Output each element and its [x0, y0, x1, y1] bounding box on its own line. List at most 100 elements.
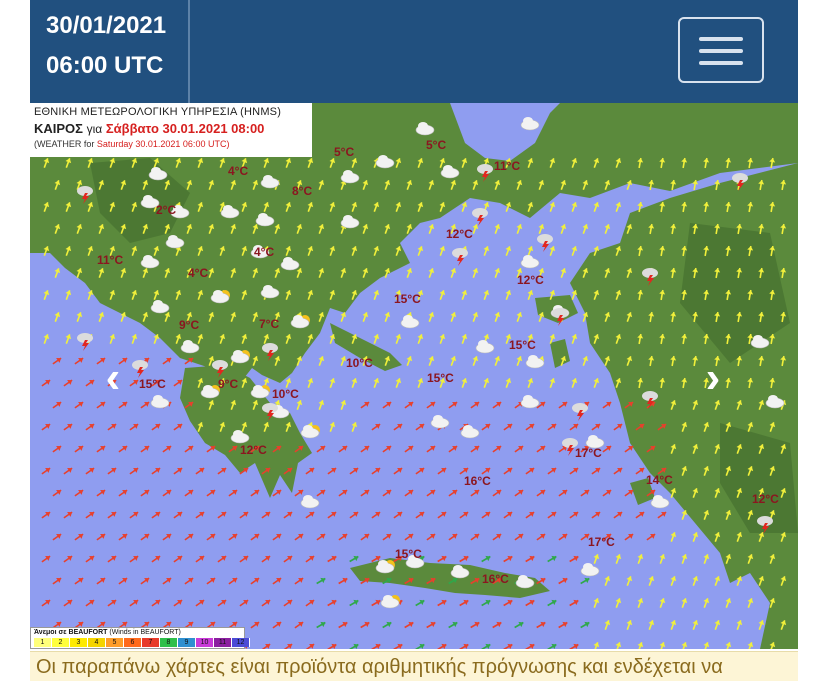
forecast-date: 30/01/2021: [46, 12, 167, 39]
wind-arrow: [459, 555, 469, 563]
wind-arrow: [536, 445, 546, 453]
wind-arrow: [349, 599, 359, 607]
beaufort-swatch: 7: [142, 638, 160, 647]
wind-arrow: [593, 378, 600, 388]
wind-arrow: [648, 576, 655, 586]
wind-arrow: [63, 599, 73, 607]
beaufort-legend: Άνεμοι σε BEAUFORT (Winds in BEAUFORT) 1…: [30, 627, 250, 649]
wind-arrow: [318, 400, 325, 410]
wind-arrow: [591, 511, 601, 519]
thunderstorm-icon: [572, 403, 588, 421]
wind-arrow: [404, 445, 414, 453]
sun-cloud-icon: [300, 425, 320, 439]
map-title-weather: ΚΑΙΡΟΣ για Σάββατο 30.01.2021 08:00: [34, 121, 308, 136]
wind-arrow: [107, 511, 117, 519]
wind-arrow: [461, 290, 468, 300]
wind-arrow: [503, 423, 513, 431]
wind-arrow: [725, 642, 732, 649]
cloud-icon: [520, 395, 540, 409]
menu-button[interactable]: [678, 17, 764, 83]
wind-arrow: [472, 268, 479, 278]
wind-arrow: [547, 467, 557, 475]
wind-arrow: [571, 246, 578, 256]
wind-arrow: [736, 620, 743, 630]
temperature-label: 5°C: [426, 138, 447, 152]
wind-arrow: [382, 621, 392, 629]
temperature-label: 9°C: [218, 377, 239, 391]
wind-arrow: [448, 533, 458, 541]
temperature-label: 4°C: [228, 164, 249, 178]
wind-arrow: [140, 489, 150, 497]
wind-arrow: [85, 467, 95, 475]
cloud-icon: [520, 255, 540, 269]
wind-arrow: [448, 445, 458, 453]
wind-arrow: [692, 620, 699, 630]
wind-arrow: [494, 312, 501, 322]
wind-arrow: [327, 555, 337, 563]
wind-arrow: [439, 246, 446, 256]
wind-arrow: [371, 511, 381, 519]
sun-cloud-icon: [380, 595, 400, 609]
wind-arrow: [703, 642, 710, 649]
wind-arrow: [85, 599, 95, 607]
wind-arrow: [525, 555, 535, 563]
temperature-label: 15°C: [509, 338, 536, 352]
wind-arrow: [492, 445, 502, 453]
wind-arrow: [525, 511, 535, 519]
beaufort-swatch: 11: [214, 638, 232, 647]
wind-arrow: [362, 312, 369, 322]
wind-arrow: [250, 577, 260, 585]
legend-title: Άνεμοι σε BEAUFORT (Winds in BEAUFORT): [34, 629, 181, 636]
wind-arrow: [184, 577, 194, 585]
wind-arrow: [626, 620, 633, 630]
wind-arrow: [657, 511, 667, 519]
wind-arrow: [283, 643, 293, 649]
temperature-label: 15°C: [139, 377, 166, 391]
wind-arrow: [327, 511, 337, 519]
wind-arrow: [371, 599, 381, 607]
temperature-label: 4°C: [254, 245, 275, 259]
wind-arrow: [505, 246, 512, 256]
chevron-right-icon: ›: [705, 353, 721, 402]
wind-arrow: [329, 378, 336, 388]
wind-arrow: [591, 467, 601, 475]
wind-arrow: [516, 224, 523, 234]
wind-arrow: [65, 290, 72, 300]
wind-arrow: [536, 621, 546, 629]
wind-arrow: [107, 467, 117, 475]
previous-map-button[interactable]: ‹: [98, 356, 128, 400]
wind-arrow: [52, 401, 62, 409]
wind-arrow: [54, 268, 61, 278]
wind-arrow: [659, 642, 666, 649]
wind-arrow: [428, 312, 435, 322]
wind-arrow: [261, 555, 271, 563]
wind-arrow: [415, 467, 425, 475]
wind-arrow: [338, 533, 348, 541]
next-map-button[interactable]: ›: [698, 356, 728, 400]
map-title-weather-prefix: ΚΑΙΡΟΣ: [34, 121, 83, 136]
wind-arrow: [681, 598, 688, 608]
wind-arrow: [283, 599, 293, 607]
wind-arrow: [580, 577, 590, 585]
forecast-time: 06:00 UTC: [46, 52, 164, 79]
wind-arrow: [162, 577, 172, 585]
wind-arrow: [569, 643, 579, 649]
page-header: 30/01/2021 06:00 UTC: [30, 0, 798, 103]
wind-arrow: [494, 224, 501, 234]
wind-arrow: [52, 489, 62, 497]
wind-arrow: [63, 467, 73, 475]
wind-arrow: [569, 423, 579, 431]
wind-arrow: [206, 577, 216, 585]
wind-arrow: [481, 555, 491, 563]
wind-arrow: [450, 268, 457, 278]
wind-arrow: [536, 489, 546, 497]
wind-arrow: [294, 489, 304, 497]
wind-arrow: [448, 489, 458, 497]
wind-arrow: [305, 555, 315, 563]
cloud-icon: [580, 563, 600, 577]
wind-arrow: [384, 312, 391, 322]
wind-arrow: [360, 445, 370, 453]
wind-arrow: [571, 202, 578, 212]
hamburger-bar: [699, 49, 743, 53]
wind-arrow: [602, 401, 612, 409]
